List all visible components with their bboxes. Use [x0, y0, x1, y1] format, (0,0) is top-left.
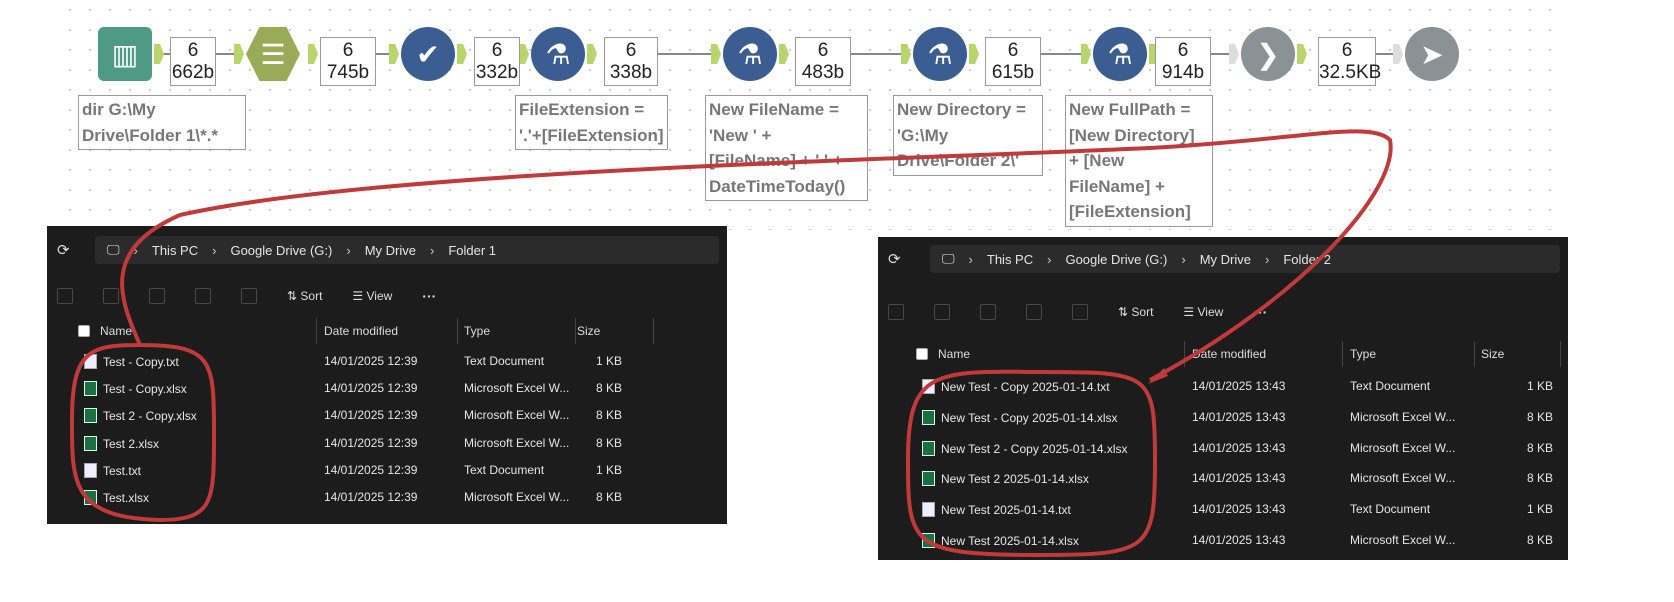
highlight-loop-left	[120, 129, 1393, 382]
highlight-box-left	[69, 343, 217, 523]
arrow-head	[1148, 368, 1168, 384]
highlight-box-right	[905, 369, 1158, 558]
annotation-overlay	[69, 129, 1393, 558]
